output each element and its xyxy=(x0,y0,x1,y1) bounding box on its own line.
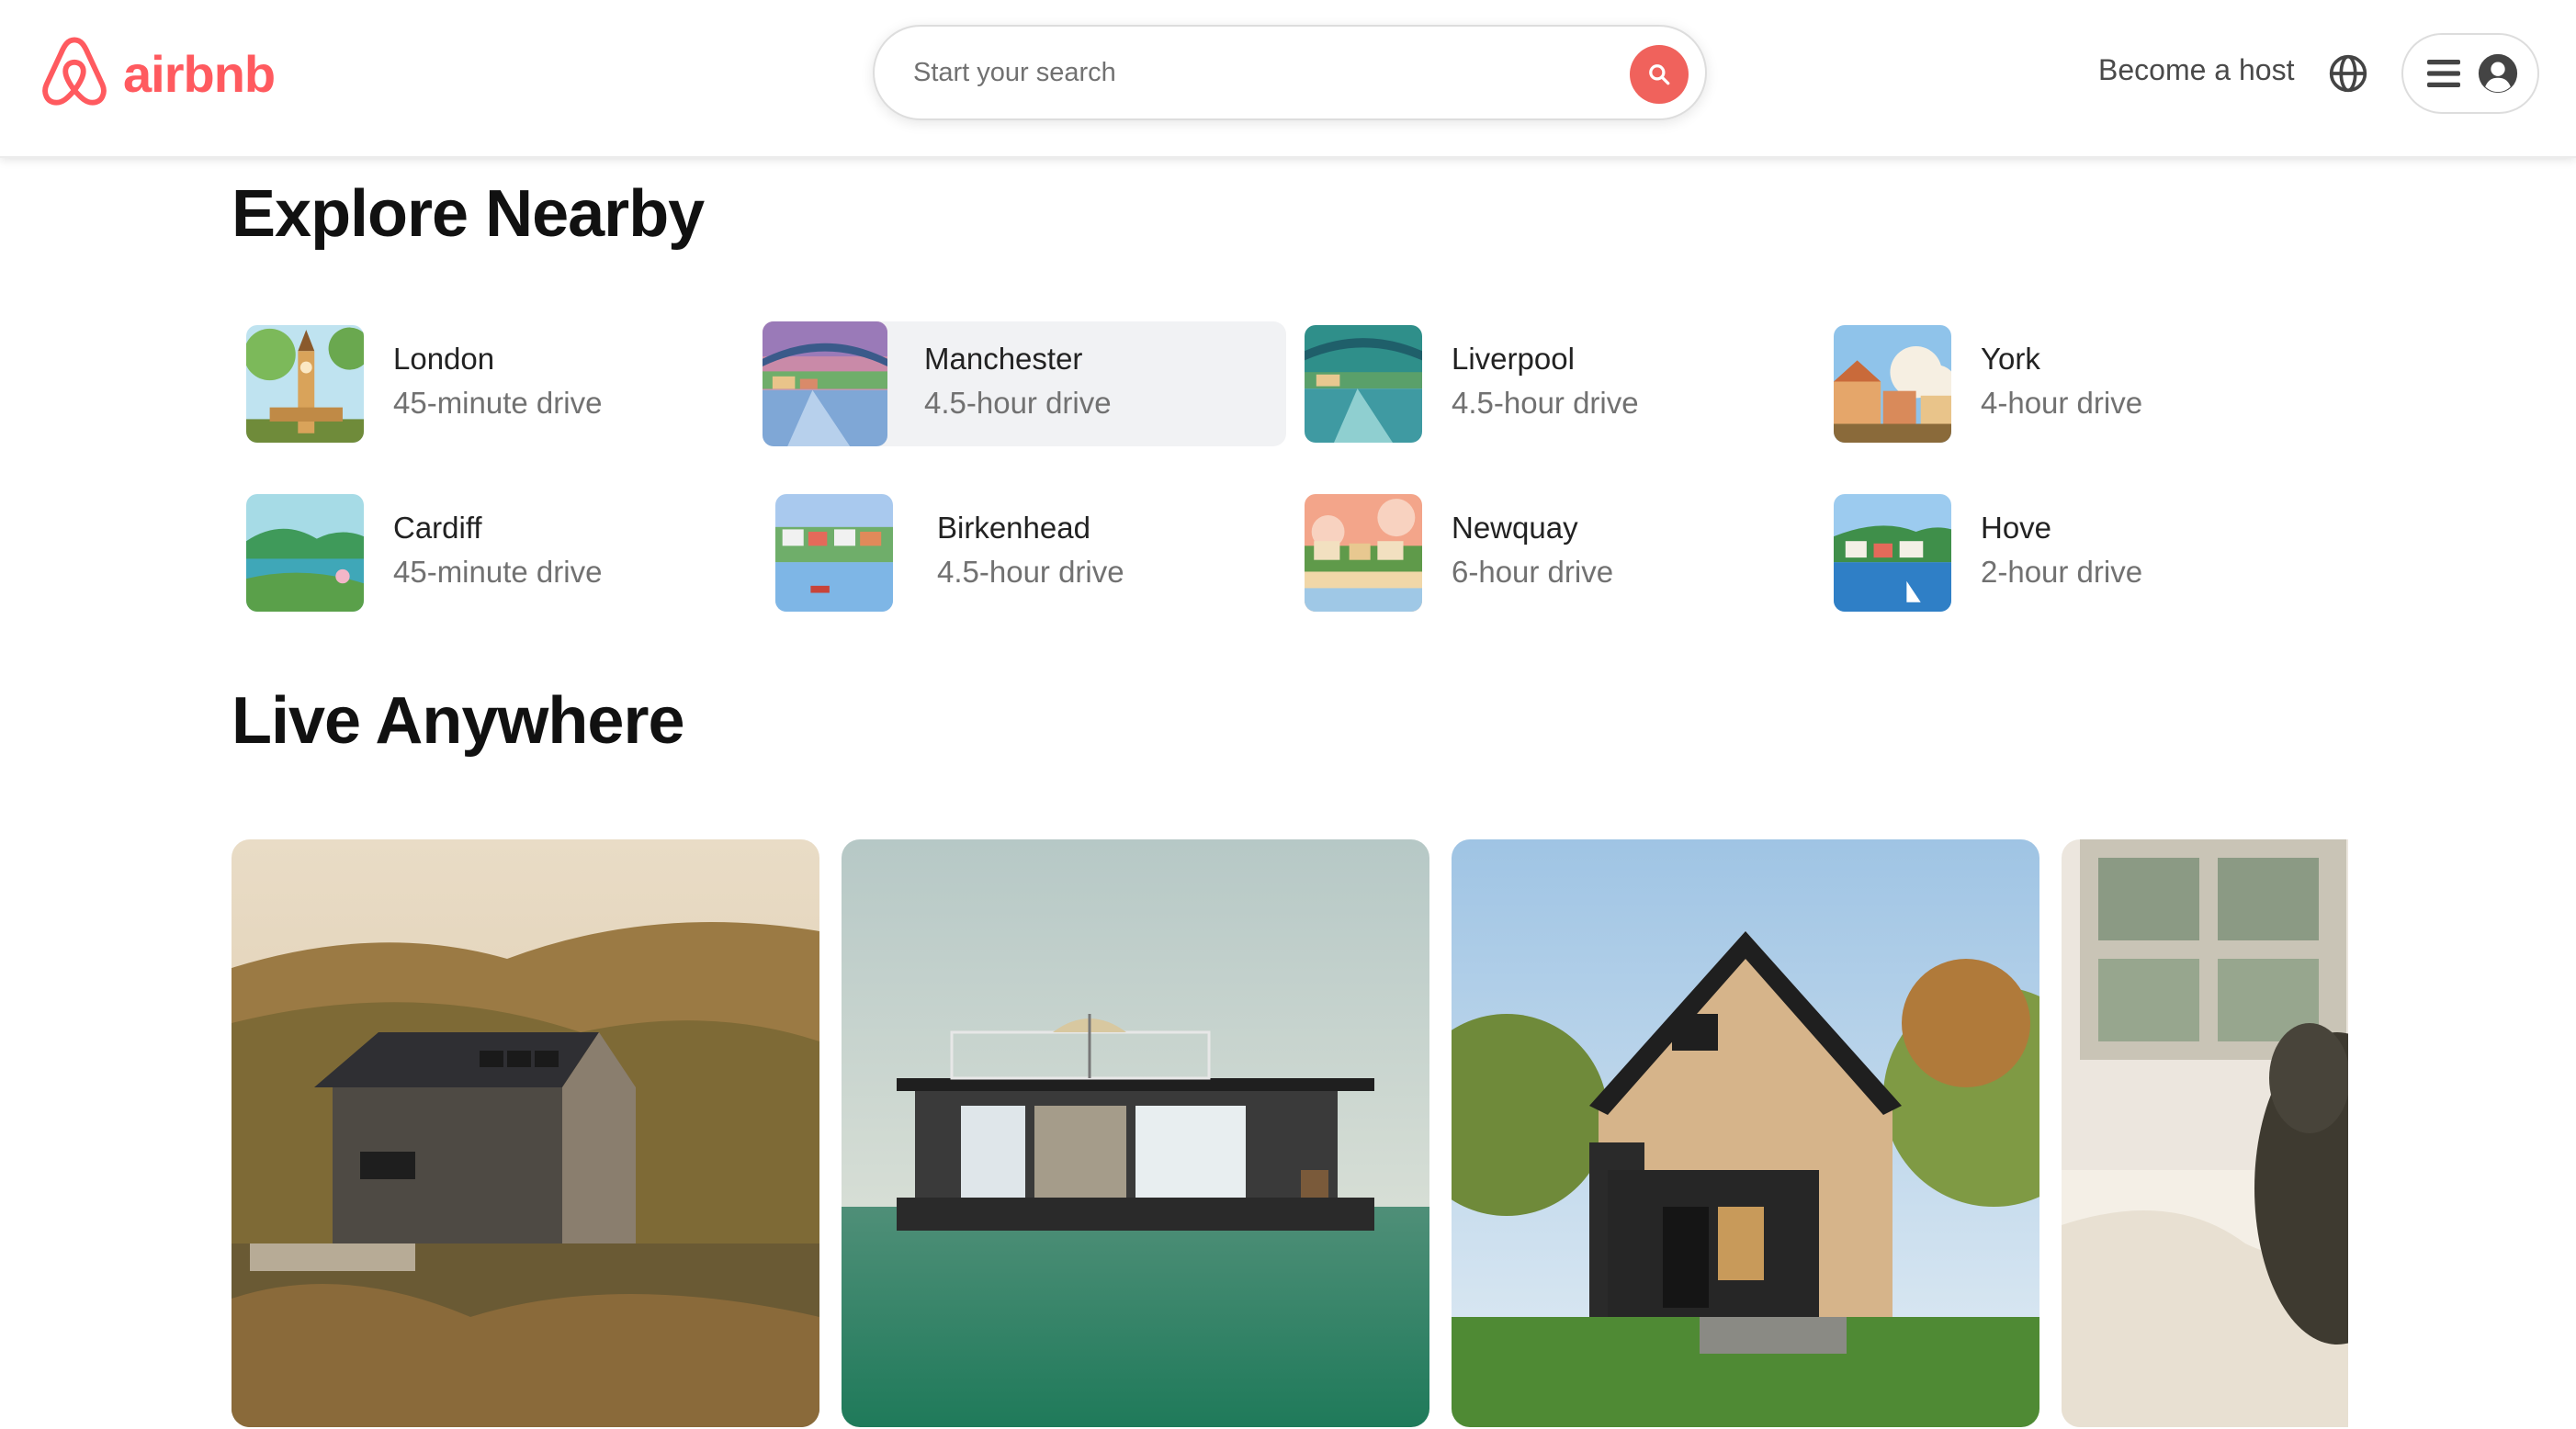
language-button[interactable] xyxy=(2328,53,2368,94)
place-york[interactable]: York 4-hour drive xyxy=(1819,321,2343,446)
wooden-cabin-hillside-image xyxy=(232,839,819,1427)
york-thumbnail xyxy=(1834,325,1951,443)
london-thumbnail xyxy=(246,325,364,443)
place-london[interactable]: London 45-minute drive xyxy=(232,321,755,446)
brand-name: airbnb xyxy=(123,44,276,103)
cardiff-thumbnail xyxy=(246,494,364,612)
live-card-a-frame-house[interactable] xyxy=(1452,839,2039,1427)
place-newquay[interactable]: Newquay 6-hour drive xyxy=(1290,490,1813,615)
liverpool-thumbnail xyxy=(1305,325,1422,443)
place-drive-time: 4-hour drive xyxy=(1981,386,2143,420)
place-name: Cardiff xyxy=(393,511,482,545)
place-name: Manchester xyxy=(924,342,1083,376)
place-drive-time: 45-minute drive xyxy=(393,555,603,589)
a-frame-wooden-house-image xyxy=(1452,839,2039,1427)
search-button[interactable] xyxy=(1630,45,1689,104)
search-input[interactable] xyxy=(913,45,1556,100)
floating-houseboat-image xyxy=(842,839,1429,1427)
place-liverpool[interactable]: Liverpool 4.5-hour drive xyxy=(1290,321,1813,446)
place-drive-time: 4.5-hour drive xyxy=(1452,386,1639,420)
place-drive-time: 2-hour drive xyxy=(1981,555,2143,589)
place-name: London xyxy=(393,342,495,376)
live-card-houseboat[interactable] xyxy=(842,839,1429,1427)
place-manchester[interactable]: Manchester 4.5-hour drive xyxy=(763,321,1286,446)
user-avatar-icon xyxy=(2478,53,2518,94)
user-menu-button[interactable] xyxy=(2401,33,2539,114)
airbnb-logo[interactable]: airbnb xyxy=(39,35,276,112)
birkenhead-thumbnail xyxy=(775,494,893,612)
explore-nearby-title: Explore Nearby xyxy=(232,177,705,251)
search-icon xyxy=(1649,64,1670,85)
dog-on-bed-image xyxy=(2062,839,2348,1427)
live-anywhere-title: Live Anywhere xyxy=(232,684,685,758)
place-drive-time: 4.5-hour drive xyxy=(937,555,1124,589)
top-header: airbnb Become a host xyxy=(0,0,2576,158)
live-card-cabin[interactable] xyxy=(232,839,819,1427)
airbnb-logo-icon xyxy=(42,37,107,106)
place-drive-time: 6-hour drive xyxy=(1452,555,1614,589)
manchester-thumbnail xyxy=(763,321,887,446)
place-name: Newquay xyxy=(1452,511,1578,545)
live-card-dog-bed[interactable] xyxy=(2062,839,2348,1427)
place-drive-time: 4.5-hour drive xyxy=(924,386,1112,420)
place-hove[interactable]: Hove 2-hour drive xyxy=(1819,490,2343,615)
place-birkenhead[interactable]: Birkenhead 4.5-hour drive xyxy=(763,490,1286,615)
place-drive-time: 45-minute drive xyxy=(393,386,603,420)
place-name: Hove xyxy=(1981,511,2052,545)
hove-thumbnail xyxy=(1834,494,1951,612)
search-bar[interactable] xyxy=(873,25,1707,120)
become-host-link[interactable]: Become a host xyxy=(2098,53,2294,87)
place-name: Birkenhead xyxy=(937,511,1090,545)
place-name: York xyxy=(1981,342,2040,376)
hamburger-menu-icon xyxy=(2427,60,2460,87)
newquay-thumbnail xyxy=(1305,494,1422,612)
place-name: Liverpool xyxy=(1452,342,1575,376)
globe-icon xyxy=(2329,54,2367,93)
place-cardiff[interactable]: Cardiff 45-minute drive xyxy=(232,490,755,615)
